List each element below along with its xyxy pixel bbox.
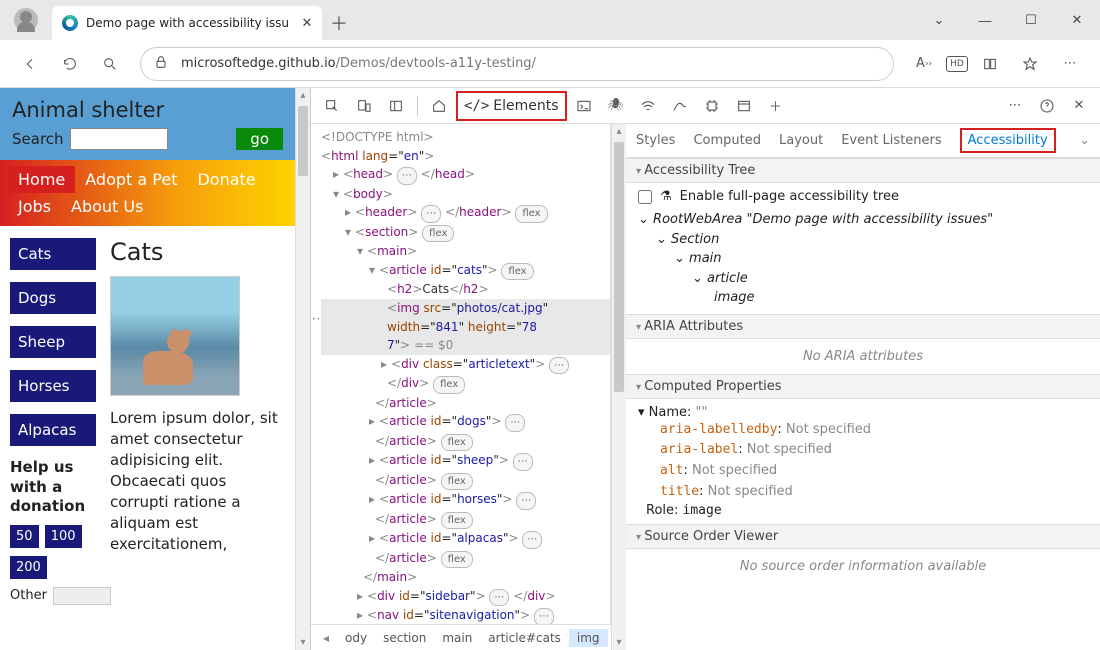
cat-alpacas[interactable]: Alpacas	[10, 414, 96, 446]
url-text: microsoftedge.github.io/Demos/devtools-a…	[181, 56, 536, 71]
devtools: </>Elements 🕷 ＋ ⋯ ✕ ⋯ <!DOCTYPE html> <h…	[310, 88, 1100, 650]
sidebar-tabs: Styles Computed Layout Event Listeners A…	[626, 124, 1100, 158]
app-icon[interactable]	[729, 92, 759, 120]
tab-events[interactable]: Event Listeners	[841, 133, 941, 148]
minimize-icon[interactable]: ―	[962, 13, 1008, 28]
hd-icon[interactable]: HD	[946, 56, 968, 72]
no-aria-msg: No ARIA attributes	[626, 339, 1100, 374]
cat-image	[110, 276, 240, 396]
main-heading: Cats	[110, 238, 285, 266]
cat-cats[interactable]: Cats	[10, 238, 96, 270]
search-input[interactable]	[70, 128, 168, 150]
page-viewport: Animal shelter Search go Home Adopt a Pe…	[0, 88, 295, 650]
other-label: Other	[10, 588, 47, 603]
close-window-icon[interactable]: ✕	[1054, 12, 1100, 28]
devtools-more-icon[interactable]: ⋯	[1000, 92, 1030, 120]
devtools-sidebar: Styles Computed Layout Event Listeners A…	[626, 124, 1100, 650]
address-bar: microsoftedge.github.io/Demos/devtools-a…	[0, 40, 1100, 88]
go-button[interactable]: go	[236, 128, 283, 150]
new-tab-button[interactable]: ＋	[322, 6, 356, 40]
profile-avatar[interactable]	[14, 8, 38, 32]
page-nav: Home Adopt a Pet Donate Jobs About Us	[0, 160, 295, 226]
donate-200[interactable]: 200	[10, 556, 47, 579]
tab-accessibility[interactable]: Accessibility	[960, 128, 1056, 153]
tab-computed[interactable]: Computed	[693, 133, 761, 148]
enable-fullpage-checkbox[interactable]: ⚗Enable full-page accessibility tree	[638, 189, 1088, 204]
perf-icon[interactable]	[665, 92, 695, 120]
page-title: Animal shelter	[12, 98, 283, 122]
other-input[interactable]	[53, 587, 111, 605]
devtools-toolbar: </>Elements 🕷 ＋ ⋯ ✕	[311, 88, 1100, 124]
back-button[interactable]	[12, 46, 48, 82]
inspect-icon[interactable]	[317, 92, 347, 120]
donate-50[interactable]: 50	[10, 525, 39, 548]
console-icon[interactable]	[569, 92, 599, 120]
cat-dogs[interactable]: Dogs	[10, 282, 96, 314]
donate-100[interactable]: 100	[45, 525, 82, 548]
cat-sheep[interactable]: Sheep	[10, 326, 96, 358]
row-actions-icon[interactable]: ⋯	[311, 309, 321, 331]
panel-icon[interactable]	[381, 92, 411, 120]
cat-horses[interactable]: Horses	[10, 370, 96, 402]
nav-donate[interactable]: Donate	[187, 166, 265, 193]
sec-source-order[interactable]: Source Order Viewer	[626, 524, 1100, 549]
browser-tab[interactable]: Demo page with accessibility issu ✕	[52, 6, 322, 40]
window-titlebar: Demo page with accessibility issu ✕ ＋ ⌄ …	[0, 0, 1100, 40]
bc-prev-icon[interactable]: ◂	[315, 629, 337, 647]
memory-icon[interactable]	[697, 92, 727, 120]
welcome-icon[interactable]	[424, 92, 454, 120]
sec-a11y-tree[interactable]: Accessibility Tree	[626, 158, 1100, 183]
url-box[interactable]: microsoftedge.github.io/Demos/devtools-a…	[140, 47, 894, 81]
network-icon[interactable]	[633, 92, 663, 120]
read-aloud-icon[interactable]: A››	[906, 46, 942, 82]
plus-icon[interactable]: ＋	[761, 92, 791, 120]
sec-computed[interactable]: Computed Properties	[626, 374, 1100, 399]
no-order-msg: No source order information available	[626, 549, 1100, 584]
tab-layout[interactable]: Layout	[779, 133, 823, 148]
tabs-more-icon[interactable]: ⌄	[1079, 133, 1090, 148]
close-tab-icon[interactable]: ✕	[300, 16, 314, 31]
dom-breadcrumb[interactable]: ◂ ody section main article#cats img ▸	[311, 624, 611, 650]
nav-about[interactable]: About Us	[61, 193, 153, 220]
reader-icon[interactable]	[972, 46, 1008, 82]
page-scrollbar[interactable]	[295, 88, 310, 650]
devtools-close-icon[interactable]: ✕	[1064, 92, 1094, 120]
window-controls: ⌄ ― ☐ ✕	[916, 0, 1100, 40]
chevron-down-icon[interactable]: ⌄	[916, 12, 962, 28]
article-text: Lorem ipsum dolor, sit amet consectetur …	[110, 408, 285, 555]
elements-tab[interactable]: </>Elements	[456, 91, 567, 121]
tab-styles[interactable]: Styles	[636, 133, 675, 148]
refresh-button[interactable]	[52, 46, 88, 82]
edge-icon	[62, 15, 78, 31]
more-icon[interactable]: ⋯	[1052, 46, 1088, 82]
maximize-icon[interactable]: ☐	[1008, 12, 1054, 28]
nav-adopt[interactable]: Adopt a Pet	[75, 166, 187, 193]
bug-icon[interactable]: 🕷	[601, 92, 631, 120]
page-header: Animal shelter Search go	[0, 88, 295, 160]
search-label: Search	[12, 130, 64, 148]
lock-icon	[153, 54, 169, 74]
favorite-icon[interactable]	[1012, 46, 1048, 82]
nav-home[interactable]: Home	[8, 166, 75, 193]
search-icon[interactable]	[92, 46, 128, 82]
donation-heading: Help us with a donation	[10, 458, 96, 517]
dom-tree[interactable]: ⋯ <!DOCTYPE html> <html lang="en"> ▸<hea…	[311, 124, 611, 624]
help-icon[interactable]	[1032, 92, 1062, 120]
sec-aria[interactable]: ARIA Attributes	[626, 314, 1100, 339]
nav-jobs[interactable]: Jobs	[8, 193, 61, 220]
device-icon[interactable]	[349, 92, 379, 120]
dom-scrollbar[interactable]	[611, 124, 626, 650]
tab-title: Demo page with accessibility issu	[86, 16, 292, 30]
